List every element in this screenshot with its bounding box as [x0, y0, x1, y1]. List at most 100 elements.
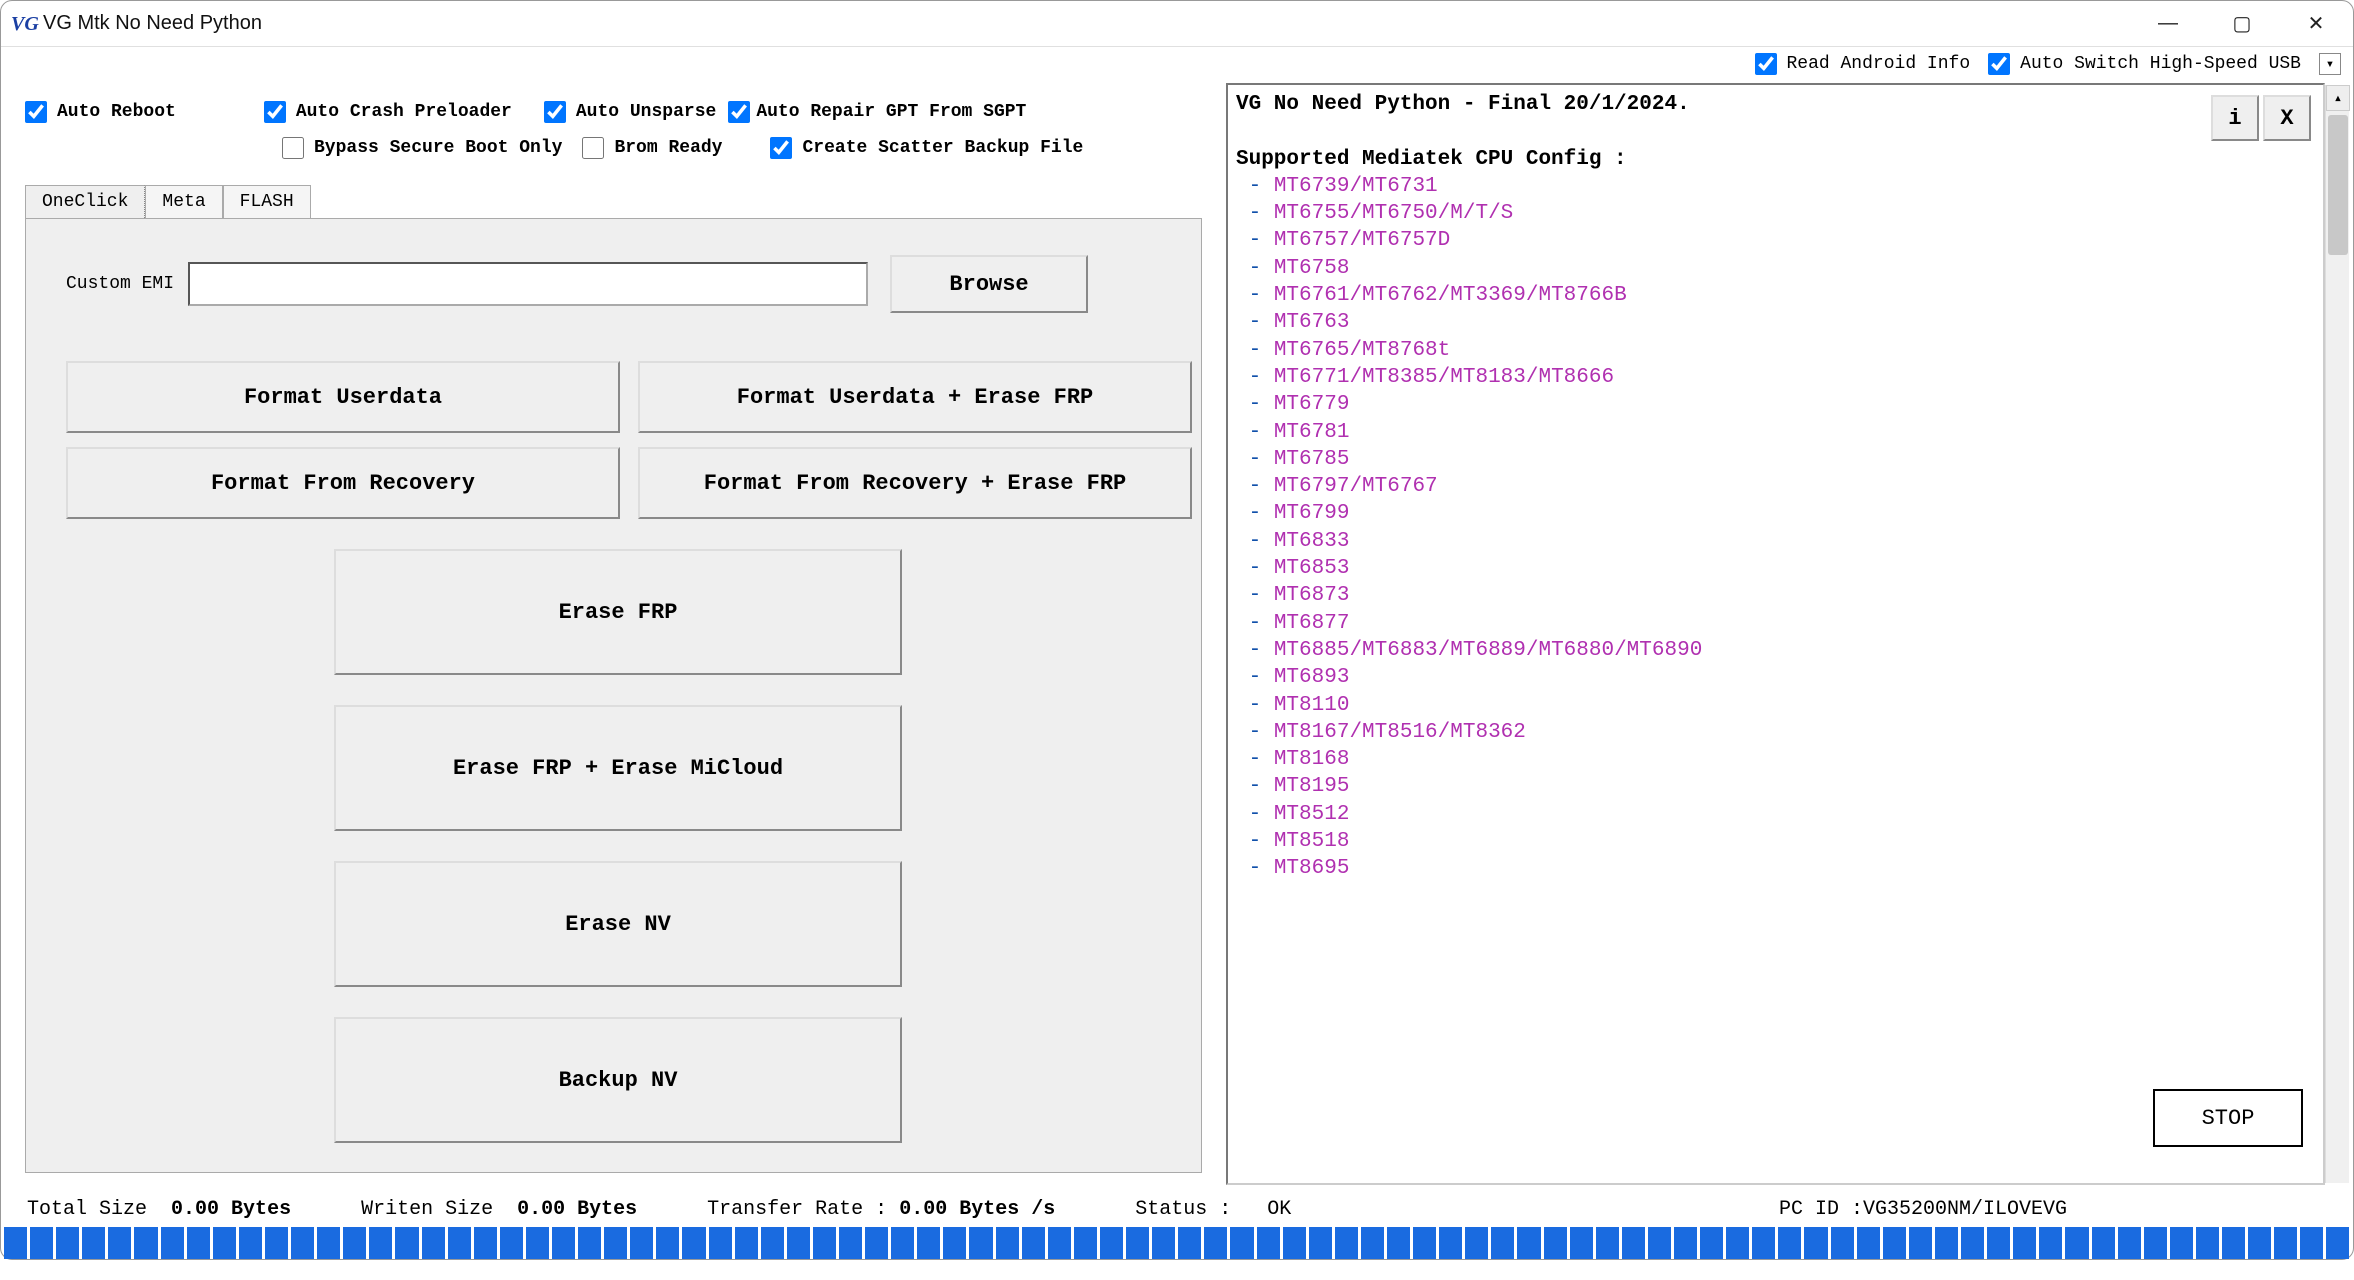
progress-segment [474, 1227, 497, 1259]
format-userdata-button[interactable]: Format Userdata [66, 361, 620, 433]
progress-segment [1726, 1227, 1749, 1259]
brom-ready-checkbox[interactable]: Brom Ready [582, 137, 722, 159]
progress-segment [656, 1227, 679, 1259]
progress-segment [343, 1227, 366, 1259]
auto-repair-gpt-checkbox[interactable]: Auto Repair GPT From SGPT [728, 101, 1026, 123]
tab-meta[interactable]: Meta [145, 185, 222, 218]
progress-segment [917, 1227, 940, 1259]
maximize-button[interactable]: ▢ [2205, 1, 2279, 47]
progress-segment [787, 1227, 810, 1259]
status-value: OK [1267, 1198, 1291, 1221]
format-userdata-frp-button[interactable]: Format Userdata + Erase FRP [638, 361, 1192, 433]
writen-size-label: Writen Size [361, 1198, 493, 1221]
log-scrollbar[interactable]: ▴ [2325, 85, 2349, 1183]
bypass-secure-boot-checkbox[interactable]: Bypass Secure Boot Only [282, 137, 562, 159]
minimize-button[interactable]: — [2131, 1, 2205, 47]
progress-segment [865, 1227, 888, 1259]
progress-segment [2274, 1227, 2297, 1259]
backup-nv-button[interactable]: Backup NV [334, 1017, 902, 1143]
progress-segment [1648, 1227, 1671, 1259]
progress-segment [1674, 1227, 1697, 1259]
read-android-info-checkbox[interactable]: Read Android Info [1755, 53, 1971, 75]
total-size-label: Total Size [27, 1198, 147, 1221]
total-size-value: 0.00 Bytes [171, 1198, 291, 1221]
progress-segment [996, 1227, 1019, 1259]
auto-switch-usb-checkbox[interactable]: Auto Switch High-Speed USB [1988, 53, 2301, 75]
progress-segment [369, 1227, 392, 1259]
bypass-secure-boot-label: Bypass Secure Boot Only [314, 138, 562, 158]
app-window: VG VG Mtk No Need Python — ▢ ✕ Read Andr… [0, 0, 2354, 1260]
writen-size-value: 0.00 Bytes [517, 1198, 637, 1221]
progress-segment [1517, 1227, 1540, 1259]
app-logo-icon: VG [11, 13, 33, 35]
progress-segment [1204, 1227, 1227, 1259]
progress-strip [1, 1227, 2353, 1259]
progress-segment [1544, 1227, 1567, 1259]
progress-segment [1100, 1227, 1123, 1259]
progress-segment [1022, 1227, 1045, 1259]
progress-segment [265, 1227, 288, 1259]
progress-segment [761, 1227, 784, 1259]
progress-segment [578, 1227, 601, 1259]
progress-segment [1126, 1227, 1149, 1259]
progress-segment [2013, 1227, 2036, 1259]
progress-segment [1439, 1227, 1462, 1259]
progress-segment [2039, 1227, 2062, 1259]
log-clear-button[interactable]: X [2263, 95, 2311, 141]
create-scatter-checkbox[interactable]: Create Scatter Backup File [770, 137, 1083, 159]
tab-strip: OneClick Meta FLASH [25, 185, 1226, 218]
progress-segment [291, 1227, 314, 1259]
create-scatter-label: Create Scatter Backup File [802, 138, 1083, 158]
progress-segment [1413, 1227, 1436, 1259]
progress-segment [239, 1227, 262, 1259]
progress-segment [526, 1227, 549, 1259]
erase-nv-button[interactable]: Erase NV [334, 861, 902, 987]
transfer-rate-value: 0.00 Bytes /s [899, 1198, 1055, 1221]
toolbar-dropdown-icon[interactable]: ▾ [2319, 53, 2341, 75]
progress-segment [1387, 1227, 1410, 1259]
progress-segment [82, 1227, 105, 1259]
progress-segment [1987, 1227, 2010, 1259]
read-android-info-label: Read Android Info [1787, 54, 1971, 74]
progress-segment [1178, 1227, 1201, 1259]
auto-repair-gpt-label: Auto Repair GPT From SGPT [756, 102, 1026, 122]
erase-frp-button[interactable]: Erase FRP [334, 549, 902, 675]
tab-flash[interactable]: FLASH [223, 185, 311, 218]
scroll-up-icon[interactable]: ▴ [2326, 85, 2350, 111]
format-recovery-frp-button[interactable]: Format From Recovery + Erase FRP [638, 447, 1192, 519]
window-title: VG Mtk No Need Python [43, 12, 262, 35]
status-bar: Total Size 0.00 Bytes Writen Size 0.00 B… [1, 1191, 2353, 1227]
log-info-button[interactable]: i [2211, 95, 2259, 141]
progress-segment [2300, 1227, 2323, 1259]
auto-crash-preloader-checkbox[interactable]: Auto Crash Preloader [264, 101, 512, 123]
browse-button[interactable]: Browse [890, 255, 1088, 313]
title-bar: VG VG Mtk No Need Python — ▢ ✕ [1, 1, 2353, 47]
progress-segment [1152, 1227, 1175, 1259]
progress-segment [161, 1227, 184, 1259]
progress-segment [735, 1227, 758, 1259]
progress-segment [448, 1227, 471, 1259]
brom-ready-label: Brom Ready [614, 138, 722, 158]
progress-segment [500, 1227, 523, 1259]
progress-segment [891, 1227, 914, 1259]
progress-segment [422, 1227, 445, 1259]
progress-segment [839, 1227, 862, 1259]
stop-button[interactable]: STOP [2153, 1089, 2303, 1147]
progress-segment [56, 1227, 79, 1259]
progress-segment [2092, 1227, 2115, 1259]
tab-oneclick[interactable]: OneClick [25, 185, 145, 218]
custom-emi-input[interactable] [188, 262, 868, 306]
pc-id-value: VG35200NM/ILOVEVG [1863, 1198, 2067, 1221]
progress-segment [1074, 1227, 1097, 1259]
close-button[interactable]: ✕ [2279, 1, 2353, 47]
log-pane: i X VG No Need Python - Final 20/1/2024.… [1226, 83, 2325, 1185]
auto-reboot-checkbox[interactable]: Auto Reboot [25, 101, 176, 123]
progress-segment [1778, 1227, 1801, 1259]
erase-frp-micloud-button[interactable]: Erase FRP + Erase MiCloud [334, 705, 902, 831]
progress-segment [1309, 1227, 1332, 1259]
progress-segment [2222, 1227, 2245, 1259]
format-recovery-button[interactable]: Format From Recovery [66, 447, 620, 519]
progress-segment [395, 1227, 418, 1259]
auto-unsparse-checkbox[interactable]: Auto Unsparse [544, 101, 716, 123]
scroll-thumb[interactable] [2328, 115, 2348, 255]
